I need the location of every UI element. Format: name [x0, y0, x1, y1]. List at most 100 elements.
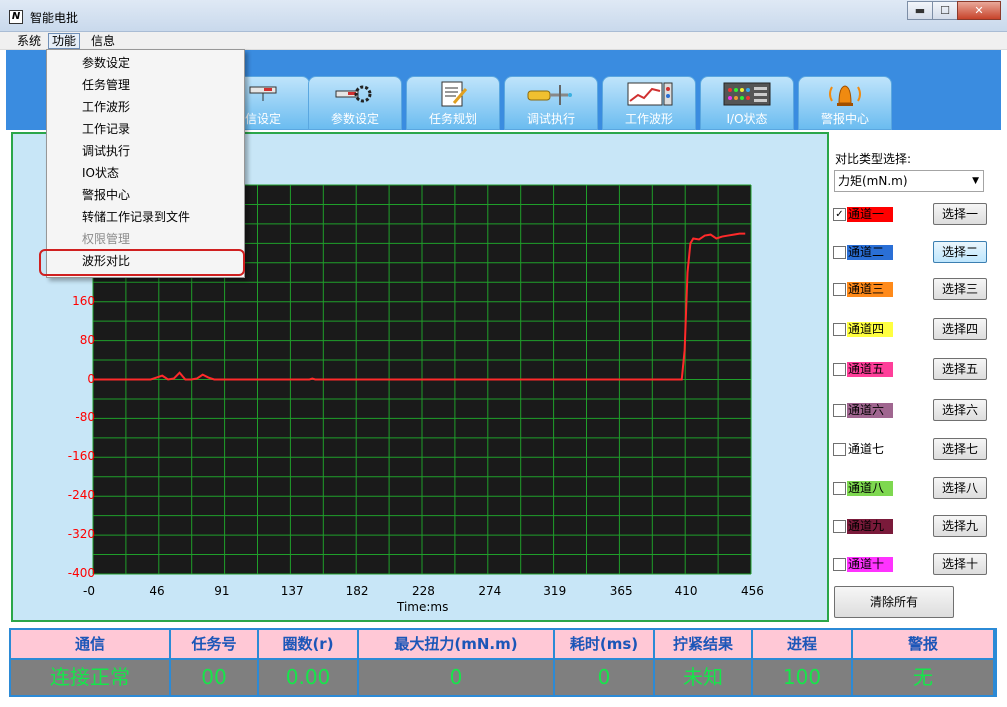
- gear-settings-icon: [335, 85, 372, 103]
- channel-checkbox[interactable]: [833, 283, 846, 296]
- channel-checkbox[interactable]: [833, 558, 846, 571]
- channel-label: 通道三: [847, 282, 893, 297]
- channel-row: ✓ 通道一 选择一: [833, 203, 993, 225]
- channel-row: 通道八 选择八: [833, 477, 993, 499]
- y-tick-label: -320: [67, 527, 95, 542]
- channel-checkbox[interactable]: [833, 520, 846, 533]
- x-tick-label: 410: [674, 584, 698, 598]
- status-value: 0: [359, 660, 555, 695]
- tab-label: 任务规划: [428, 112, 477, 126]
- channel-row: 通道四 选择四: [833, 318, 993, 340]
- channel-select-button[interactable]: 选择四: [933, 318, 987, 340]
- channel-select-button[interactable]: 选择八: [933, 477, 987, 499]
- tab-alarm-center[interactable]: 警报中心: [798, 76, 892, 130]
- channel-checkbox[interactable]: ✓: [833, 208, 846, 221]
- tab-params[interactable]: 参数设定: [308, 76, 402, 130]
- menu-item-2[interactable]: 工作波形: [82, 97, 130, 117]
- x-tick-label: -0: [83, 584, 95, 598]
- tab-io-status[interactable]: I/O状态: [700, 76, 794, 130]
- window-controls: ▬ ☐ ✕: [907, 1, 1001, 20]
- status-header: 进程: [753, 630, 853, 658]
- status-table: 通信 连接正常 任务号 00 圈数(r) 0.00 最大扭力(mN.m) 0 耗时(ms) 0 拧紧…: [9, 628, 997, 697]
- close-button[interactable]: ✕: [957, 1, 1001, 20]
- menu-item-0[interactable]: 参数设定: [82, 53, 130, 73]
- channel-checkbox[interactable]: [833, 246, 846, 259]
- channel-select-button[interactable]: 选择二: [933, 241, 987, 263]
- channel-checkbox[interactable]: [833, 482, 846, 495]
- status-value: 00: [171, 660, 259, 695]
- channel-checkbox[interactable]: [833, 404, 846, 417]
- status-column: 进程 100: [753, 630, 853, 695]
- tab-task-plan[interactable]: 任务规划: [406, 76, 500, 130]
- channel-select-button[interactable]: 选择六: [933, 399, 987, 421]
- y-tick-label: -160: [67, 449, 95, 464]
- channel-select-button[interactable]: 选择三: [933, 278, 987, 300]
- channel-label: 通道四: [847, 322, 893, 337]
- menu-system[interactable]: 系统: [14, 33, 44, 49]
- menu-function[interactable]: 功能: [48, 33, 81, 49]
- status-column: 任务号 00: [171, 630, 259, 695]
- dropdown-arrow-icon: ▼: [972, 176, 979, 186]
- clear-all-button[interactable]: 清除所有: [834, 586, 954, 618]
- status-value: 连接正常: [11, 660, 171, 695]
- compare-type-select[interactable]: 力矩(mN.m) ▼: [834, 170, 984, 192]
- y-tick-label: 80: [79, 332, 95, 347]
- tab-waveform[interactable]: 工作波形: [602, 76, 696, 130]
- channel-select-button[interactable]: 选择九: [933, 515, 987, 537]
- status-value: 无: [853, 660, 995, 695]
- x-tick-label: 228: [412, 584, 435, 598]
- status-header: 圈数(r): [259, 630, 359, 658]
- function-menu-dropdown: 参数设定 任务管理 工作波形 工作记录 调试执行 IO状态 警报中心 转储工作记录到文件权限管…: [46, 49, 245, 278]
- alarm-bell-icon: [829, 85, 861, 106]
- menu-bar: 系统 功能 信息: [0, 32, 1007, 50]
- status-column: 警报无: [853, 630, 995, 695]
- channel-checkbox[interactable]: [833, 323, 846, 336]
- menu-item-5[interactable]: IO状态: [82, 163, 119, 183]
- channel-row: 通道五 选择五: [833, 358, 993, 380]
- channel-label: 通道五: [847, 362, 893, 377]
- minimize-button[interactable]: ▬: [907, 1, 933, 20]
- channel-row: 通道七 选择七: [833, 438, 993, 460]
- tab-label: 工作波形: [624, 112, 673, 126]
- app-logo-icon: N: [9, 10, 23, 24]
- tab-label: 警报中心: [820, 112, 869, 126]
- status-value: 0: [555, 660, 655, 695]
- channel-select-button[interactable]: 选择五: [933, 358, 987, 380]
- channel-label: 通道七: [847, 442, 893, 457]
- channel-label: 通道六: [847, 403, 893, 418]
- y-tick-label: -240: [67, 488, 95, 503]
- x-tick-label: 91: [214, 584, 230, 598]
- tab-label: 调试执行: [526, 112, 575, 126]
- menu-item-8: 权限管理: [82, 232, 131, 246]
- status-header: 耗时(ms): [555, 630, 655, 658]
- maximize-button[interactable]: ☐: [932, 1, 958, 20]
- y-tick-label: 160: [72, 293, 95, 308]
- menu-item-7[interactable]: 转储工作记录到文件: [82, 207, 190, 227]
- channel-row: 通道三 选择三: [833, 278, 993, 300]
- channel-select-button[interactable]: 选择十: [933, 553, 987, 575]
- status-column: 拧紧结果 未知: [655, 630, 753, 695]
- io-panel-icon: [723, 82, 771, 106]
- menu-item-3[interactable]: 工作记录: [82, 119, 130, 139]
- menu-item-4[interactable]: 调试执行: [82, 141, 130, 161]
- channel-label: 通道一: [847, 207, 893, 222]
- tab-debug-run[interactable]: 调试执行: [504, 76, 598, 130]
- menu-info[interactable]: 信息: [88, 33, 118, 49]
- status-header: 通信: [11, 630, 171, 658]
- waveform-chart-icon: [627, 82, 673, 106]
- window-title: 智能电批: [30, 11, 79, 25]
- status-header: 最大扭力(mN.m): [359, 630, 555, 658]
- channel-select-button[interactable]: 选择一: [933, 203, 987, 225]
- highlight-annotation: [39, 249, 245, 276]
- channel-checkbox[interactable]: [833, 363, 846, 376]
- channel-row: 通道六 选择六: [833, 399, 993, 421]
- comm-settings-icon: [249, 86, 277, 101]
- menu-item-1[interactable]: 任务管理: [82, 75, 130, 95]
- x-tick-label: 365: [609, 584, 633, 598]
- status-value: 100: [753, 660, 853, 695]
- menu-item-6[interactable]: 警报中心: [82, 185, 130, 205]
- channel-select-button[interactable]: 选择七: [933, 438, 987, 460]
- channel-row: 通道九 选择九: [833, 515, 993, 537]
- channel-checkbox[interactable]: [833, 443, 846, 456]
- x-tick-label: 137: [280, 584, 304, 598]
